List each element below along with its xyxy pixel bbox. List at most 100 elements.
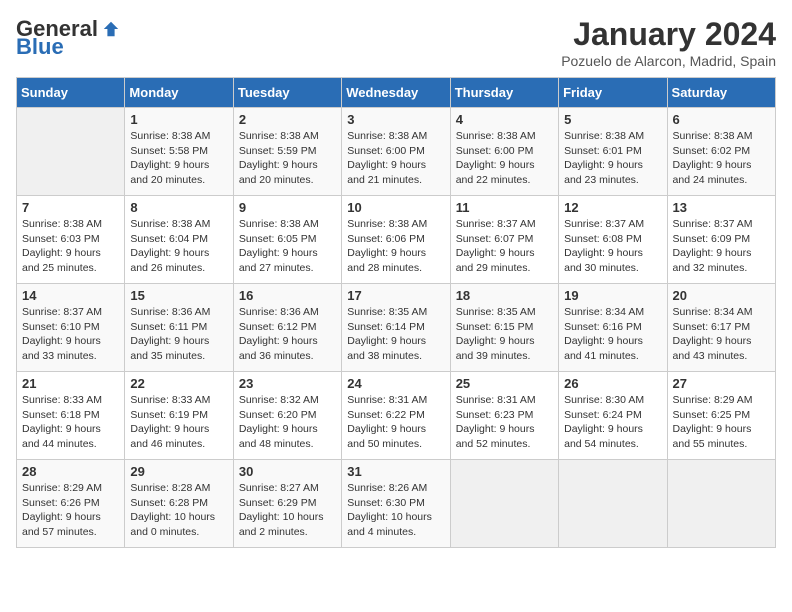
day-info: Sunrise: 8:31 AM Sunset: 6:22 PM Dayligh… — [347, 393, 444, 452]
day-info: Sunrise: 8:37 AM Sunset: 6:10 PM Dayligh… — [22, 305, 119, 364]
col-header-sunday: Sunday — [17, 78, 125, 108]
day-number: 18 — [456, 288, 553, 303]
day-number: 14 — [22, 288, 119, 303]
day-info: Sunrise: 8:38 AM Sunset: 6:05 PM Dayligh… — [239, 217, 336, 276]
day-info: Sunrise: 8:32 AM Sunset: 6:20 PM Dayligh… — [239, 393, 336, 452]
calendar-cell: 15 Sunrise: 8:36 AM Sunset: 6:11 PM Dayli… — [125, 284, 233, 372]
col-header-wednesday: Wednesday — [342, 78, 450, 108]
day-info: Sunrise: 8:33 AM Sunset: 6:18 PM Dayligh… — [22, 393, 119, 452]
day-info: Sunrise: 8:26 AM Sunset: 6:30 PM Dayligh… — [347, 481, 444, 540]
day-info: Sunrise: 8:37 AM Sunset: 6:09 PM Dayligh… — [673, 217, 770, 276]
calendar-cell: 30 Sunrise: 8:27 AM Sunset: 6:29 PM Dayli… — [233, 460, 341, 548]
location-text: Pozuelo de Alarcon, Madrid, Spain — [561, 53, 776, 69]
calendar-cell: 31Sunrise: 8:26 AM Sunset: 6:30 PM Dayli… — [342, 460, 450, 548]
day-info: Sunrise: 8:34 AM Sunset: 6:17 PM Dayligh… — [673, 305, 770, 364]
calendar-cell: 24 Sunrise: 8:31 AM Sunset: 6:22 PM Dayli… — [342, 372, 450, 460]
calendar-cell: 7 Sunrise: 8:38 AM Sunset: 6:03 PM Daylig… — [17, 196, 125, 284]
day-info: Sunrise: 8:33 AM Sunset: 6:19 PM Dayligh… — [130, 393, 227, 452]
calendar-cell: 1 Sunrise: 8:38 AM Sunset: 5:58 PM Daylig… — [125, 108, 233, 196]
calendar-cell: 10 Sunrise: 8:38 AM Sunset: 6:06 PM Dayli… — [342, 196, 450, 284]
day-info: Sunrise: 8:30 AM Sunset: 6:24 PM Dayligh… — [564, 393, 661, 452]
day-number: 5 — [564, 112, 661, 127]
day-number: 15 — [130, 288, 227, 303]
calendar-cell: 6 Sunrise: 8:38 AM Sunset: 6:02 PM Daylig… — [667, 108, 775, 196]
calendar-cell — [667, 460, 775, 548]
day-info: Sunrise: 8:38 AM Sunset: 6:02 PM Dayligh… — [673, 129, 770, 188]
calendar-cell: 9 Sunrise: 8:38 AM Sunset: 6:05 PM Daylig… — [233, 196, 341, 284]
calendar-cell — [450, 460, 558, 548]
day-number: 6 — [673, 112, 770, 127]
calendar-cell: 20 Sunrise: 8:34 AM Sunset: 6:17 PM Dayli… — [667, 284, 775, 372]
day-info: Sunrise: 8:36 AM Sunset: 6:12 PM Dayligh… — [239, 305, 336, 364]
col-header-friday: Friday — [559, 78, 667, 108]
logo: General Blue — [16, 16, 120, 60]
calendar-cell: 26 Sunrise: 8:30 AM Sunset: 6:24 PM Dayli… — [559, 372, 667, 460]
calendar-cell: 12Sunrise: 8:37 AM Sunset: 6:08 PM Dayli… — [559, 196, 667, 284]
calendar-cell: 25Sunrise: 8:31 AM Sunset: 6:23 PM Dayli… — [450, 372, 558, 460]
calendar-cell: 8 Sunrise: 8:38 AM Sunset: 6:04 PM Daylig… — [125, 196, 233, 284]
day-info: Sunrise: 8:29 AM Sunset: 6:25 PM Dayligh… — [673, 393, 770, 452]
calendar-cell: 16 Sunrise: 8:36 AM Sunset: 6:12 PM Dayli… — [233, 284, 341, 372]
calendar-cell — [559, 460, 667, 548]
day-number: 13 — [673, 200, 770, 215]
calendar-cell: 18Sunrise: 8:35 AM Sunset: 6:15 PM Dayli… — [450, 284, 558, 372]
day-number: 20 — [673, 288, 770, 303]
day-number: 8 — [130, 200, 227, 215]
calendar-cell: 28 Sunrise: 8:29 AM Sunset: 6:26 PM Dayli… — [17, 460, 125, 548]
day-info: Sunrise: 8:38 AM Sunset: 6:04 PM Dayligh… — [130, 217, 227, 276]
day-number: 30 — [239, 464, 336, 479]
day-number: 28 — [22, 464, 119, 479]
calendar-cell: 17 Sunrise: 8:35 AM Sunset: 6:14 PM Dayli… — [342, 284, 450, 372]
day-number: 10 — [347, 200, 444, 215]
calendar-cell: 4 Sunrise: 8:38 AM Sunset: 6:00 PM Daylig… — [450, 108, 558, 196]
calendar-cell: 22 Sunrise: 8:33 AM Sunset: 6:19 PM Dayli… — [125, 372, 233, 460]
calendar-cell: 13 Sunrise: 8:37 AM Sunset: 6:09 PM Dayli… — [667, 196, 775, 284]
day-info: Sunrise: 8:38 AM Sunset: 6:00 PM Dayligh… — [456, 129, 553, 188]
day-info: Sunrise: 8:38 AM Sunset: 5:59 PM Dayligh… — [239, 129, 336, 188]
calendar-cell: 27 Sunrise: 8:29 AM Sunset: 6:25 PM Dayli… — [667, 372, 775, 460]
day-info: Sunrise: 8:29 AM Sunset: 6:26 PM Dayligh… — [22, 481, 119, 540]
day-number: 2 — [239, 112, 336, 127]
col-header-tuesday: Tuesday — [233, 78, 341, 108]
calendar-cell: 14 Sunrise: 8:37 AM Sunset: 6:10 PM Dayli… — [17, 284, 125, 372]
day-number: 29 — [130, 464, 227, 479]
calendar-cell: 2 Sunrise: 8:38 AM Sunset: 5:59 PM Daylig… — [233, 108, 341, 196]
day-number: 1 — [130, 112, 227, 127]
calendar-cell: 21 Sunrise: 8:33 AM Sunset: 6:18 PM Dayli… — [17, 372, 125, 460]
day-info: Sunrise: 8:35 AM Sunset: 6:14 PM Dayligh… — [347, 305, 444, 364]
day-info: Sunrise: 8:27 AM Sunset: 6:29 PM Dayligh… — [239, 481, 336, 540]
day-number: 21 — [22, 376, 119, 391]
day-number: 4 — [456, 112, 553, 127]
day-info: Sunrise: 8:38 AM Sunset: 6:01 PM Dayligh… — [564, 129, 661, 188]
calendar-table: SundayMondayTuesdayWednesdayThursdayFrid… — [16, 77, 776, 548]
col-header-thursday: Thursday — [450, 78, 558, 108]
day-number: 7 — [22, 200, 119, 215]
day-number: 9 — [239, 200, 336, 215]
col-header-saturday: Saturday — [667, 78, 775, 108]
calendar-cell: 23Sunrise: 8:32 AM Sunset: 6:20 PM Dayli… — [233, 372, 341, 460]
day-number: 26 — [564, 376, 661, 391]
logo-icon — [102, 20, 120, 38]
day-number: 3 — [347, 112, 444, 127]
page-header: General Blue January 2024 Pozuelo de Ala… — [16, 16, 776, 69]
day-info: Sunrise: 8:38 AM Sunset: 5:58 PM Dayligh… — [130, 129, 227, 188]
day-number: 22 — [130, 376, 227, 391]
day-number: 25 — [456, 376, 553, 391]
day-info: Sunrise: 8:28 AM Sunset: 6:28 PM Dayligh… — [130, 481, 227, 540]
day-number: 16 — [239, 288, 336, 303]
day-number: 17 — [347, 288, 444, 303]
day-number: 24 — [347, 376, 444, 391]
calendar-cell: 11Sunrise: 8:37 AM Sunset: 6:07 PM Dayli… — [450, 196, 558, 284]
day-info: Sunrise: 8:38 AM Sunset: 6:03 PM Dayligh… — [22, 217, 119, 276]
calendar-cell: 19Sunrise: 8:34 AM Sunset: 6:16 PM Dayli… — [559, 284, 667, 372]
calendar-cell: 3Sunrise: 8:38 AM Sunset: 6:00 PM Daylig… — [342, 108, 450, 196]
logo-blue-text: Blue — [16, 34, 64, 60]
day-info: Sunrise: 8:38 AM Sunset: 6:06 PM Dayligh… — [347, 217, 444, 276]
title-block: January 2024 Pozuelo de Alarcon, Madrid,… — [561, 16, 776, 69]
day-number: 19 — [564, 288, 661, 303]
day-number: 11 — [456, 200, 553, 215]
calendar-cell — [17, 108, 125, 196]
calendar-cell: 29 Sunrise: 8:28 AM Sunset: 6:28 PM Dayli… — [125, 460, 233, 548]
day-number: 27 — [673, 376, 770, 391]
day-info: Sunrise: 8:36 AM Sunset: 6:11 PM Dayligh… — [130, 305, 227, 364]
